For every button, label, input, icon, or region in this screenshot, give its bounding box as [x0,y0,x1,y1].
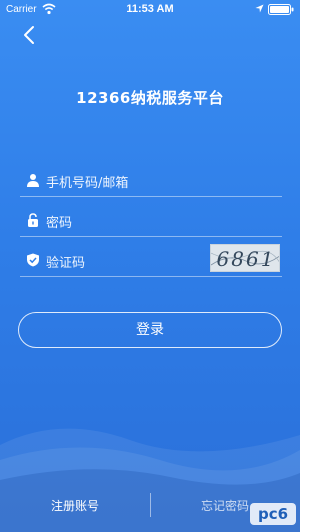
user-icon [27,174,39,187]
password-field[interactable]: 密码 [20,206,282,237]
shield-check-icon [27,253,39,267]
login-button[interactable]: 登录 [18,312,282,348]
status-bar: Carrier 11:53 AM [0,0,300,20]
back-button[interactable] [20,24,40,46]
captcha-image[interactable]: 6861 [210,244,280,272]
captcha-code: 6861 [216,247,276,271]
register-link[interactable]: 注册账号 [0,497,150,514]
phone-email-field[interactable]: 手机号码/邮箱 [20,166,282,197]
login-screen: Carrier 11:53 AM 12366纳税服务平台 手机号码/邮箱 密码 … [0,0,300,532]
battery-icon [268,4,294,15]
lock-icon [28,213,38,227]
password-placeholder: 密码 [46,216,73,231]
phone-email-placeholder: 手机号码/邮箱 [46,176,129,191]
page-title: 12366纳税服务平台 [76,89,224,107]
location-arrow-icon [255,4,264,13]
chevron-left-icon [24,26,34,44]
captcha-placeholder: 验证码 [46,256,86,271]
pc6-watermark-logo: pc6 [250,503,296,525]
